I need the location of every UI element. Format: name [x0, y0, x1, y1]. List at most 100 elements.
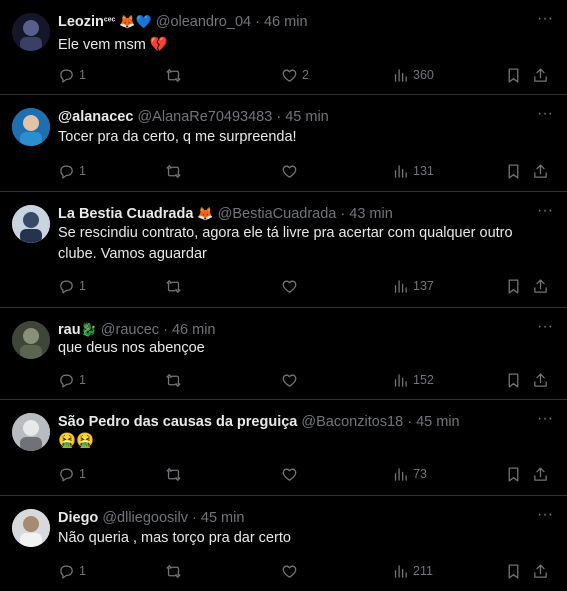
views-count: 211	[413, 564, 433, 578]
name-emojis: 🐉	[80, 322, 97, 337]
reply-count: 1	[79, 564, 86, 578]
like-button[interactable]: 2	[281, 65, 309, 85]
timestamp[interactable]: 45 min	[416, 414, 460, 430]
display-name[interactable]: @alanacec	[58, 109, 133, 125]
share-button[interactable]	[532, 276, 549, 296]
tweet[interactable]: rau🐉 @raucec · 46 min ··· que deus nos a…	[0, 308, 567, 400]
retweet-button[interactable]	[165, 561, 186, 581]
tweet[interactable]: São Pedro das causas da preguiça @Baconz…	[0, 400, 567, 496]
bookmark-button[interactable]	[505, 161, 522, 181]
display-name[interactable]: São Pedro das causas da preguiça	[58, 414, 297, 430]
user-handle[interactable]: @AlanaRe70493483	[137, 109, 272, 125]
bookmark-button[interactable]	[505, 561, 522, 581]
share-button[interactable]	[532, 561, 549, 581]
retweet-icon	[166, 279, 181, 293]
reply-count: 1	[79, 467, 86, 481]
avatar[interactable]	[12, 321, 50, 359]
avatar[interactable]	[12, 205, 50, 243]
reply-button[interactable]: 1	[58, 161, 86, 181]
heart-icon	[282, 280, 297, 293]
reply-button[interactable]: 1	[58, 561, 86, 581]
user-handle[interactable]: @Baconzitos18	[301, 414, 403, 430]
timestamp[interactable]: 45 min	[285, 109, 329, 125]
share-icon	[534, 163, 547, 178]
separator-dot: ·	[407, 414, 413, 430]
views-button[interactable]: 131	[392, 161, 434, 181]
views-button[interactable]: 137	[392, 276, 434, 296]
bookmark-button[interactable]	[505, 464, 522, 484]
like-button[interactable]	[281, 276, 302, 296]
retweet-button[interactable]	[165, 464, 186, 484]
like-button[interactable]	[281, 161, 302, 181]
more-icon[interactable]: ···	[537, 411, 553, 427]
more-icon[interactable]: ···	[537, 507, 553, 523]
reply-button[interactable]: 1	[58, 65, 86, 85]
bookmark-icon	[508, 466, 519, 482]
retweet-icon	[166, 68, 181, 82]
retweet-button[interactable]	[165, 370, 186, 390]
reply-count: 1	[79, 68, 86, 82]
timestamp[interactable]: 46 min	[172, 322, 216, 338]
more-icon[interactable]: ···	[537, 106, 553, 122]
more-icon[interactable]: ···	[537, 11, 553, 27]
views-button[interactable]: 73	[392, 464, 427, 484]
user-handle[interactable]: @oleandro_04	[156, 14, 251, 30]
avatar[interactable]	[12, 413, 50, 451]
bookmark-icon	[508, 372, 519, 388]
bookmark-icon	[508, 163, 519, 179]
tweet[interactable]: Leozinᶜᵉᶜ 🦊💙 @oleandro_04 · 46 min ··· E…	[0, 0, 567, 95]
bookmark-button[interactable]	[505, 276, 522, 296]
action-bar: 1 73	[58, 464, 567, 484]
reply-button[interactable]: 1	[58, 370, 86, 390]
reply-icon	[60, 565, 73, 579]
views-icon	[394, 68, 407, 82]
bookmark-icon	[508, 278, 519, 294]
timestamp[interactable]: 43 min	[349, 206, 393, 222]
timestamp[interactable]: 45 min	[201, 510, 245, 526]
heart-icon	[282, 165, 297, 178]
tweet[interactable]: Diego @dlliegoosilv · 45 min ··· Não que…	[0, 496, 567, 591]
tweet-header: La Bestia Cuadrada 🦊 @BestiaCuadrada · 4…	[58, 205, 527, 223]
avatar[interactable]	[12, 108, 50, 146]
retweet-button[interactable]	[165, 276, 186, 296]
like-button[interactable]	[281, 561, 302, 581]
action-bar: 1 211	[58, 561, 567, 581]
tweet-header: @alanacec @AlanaRe70493483 · 45 min	[58, 108, 527, 126]
tweet[interactable]: @alanacec @AlanaRe70493483 · 45 min ··· …	[0, 95, 567, 192]
bookmark-button[interactable]	[505, 65, 522, 85]
bookmark-button[interactable]	[505, 370, 522, 390]
views-count: 360	[413, 68, 434, 82]
display-name[interactable]: La Bestia Cuadrada	[58, 206, 193, 222]
retweet-button[interactable]	[165, 161, 186, 181]
more-icon[interactable]: ···	[537, 319, 553, 335]
avatar[interactable]	[12, 13, 50, 51]
like-button[interactable]	[281, 464, 302, 484]
timestamp[interactable]: 46 min	[264, 14, 308, 30]
user-handle[interactable]: @dlliegoosilv	[102, 510, 188, 526]
display-name[interactable]: rau	[58, 322, 81, 338]
views-button[interactable]: 152	[392, 370, 434, 390]
action-bar: 1 137	[58, 276, 567, 296]
share-button[interactable]	[532, 161, 549, 181]
share-button[interactable]	[532, 464, 549, 484]
views-button[interactable]: 211	[392, 561, 433, 581]
display-name[interactable]: Diego	[58, 510, 98, 526]
more-icon[interactable]: ···	[537, 203, 553, 219]
reply-button[interactable]: 1	[58, 276, 86, 296]
tweet[interactable]: La Bestia Cuadrada 🦊 @BestiaCuadrada · 4…	[0, 192, 567, 308]
separator-dot: ·	[255, 14, 260, 30]
views-button[interactable]: 360	[392, 65, 434, 85]
share-button[interactable]	[532, 370, 549, 390]
user-handle[interactable]: @BestiaCuadrada	[218, 206, 337, 222]
display-name[interactable]: Leozin	[58, 14, 104, 30]
user-handle[interactable]: @raucec	[101, 322, 159, 338]
share-button[interactable]	[532, 65, 549, 85]
reply-count: 1	[79, 279, 86, 293]
action-bar: 1 131	[58, 161, 567, 181]
views-icon	[394, 373, 407, 387]
tweet-text: Não queria , mas torço pra dar certo	[58, 530, 291, 546]
reply-button[interactable]: 1	[58, 464, 86, 484]
retweet-button[interactable]	[165, 65, 186, 85]
avatar[interactable]	[12, 509, 50, 547]
like-button[interactable]	[281, 370, 302, 390]
